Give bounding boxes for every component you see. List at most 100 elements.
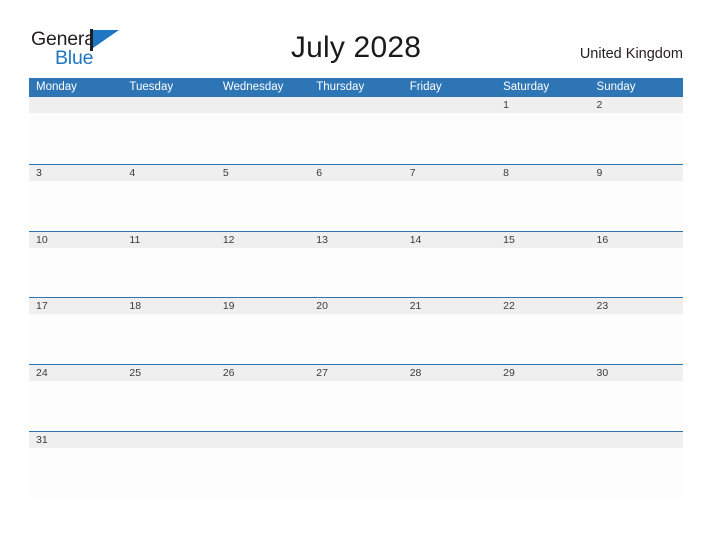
day-cell[interactable] (496, 247, 590, 297)
day-cell[interactable] (309, 447, 403, 497)
country-label: United Kingdom (579, 46, 683, 62)
date-cell[interactable]: 26 (216, 365, 309, 381)
date-cell[interactable]: 11 (122, 232, 215, 248)
date-cell[interactable] (403, 97, 496, 113)
week-row: 17 18 19 20 21 22 23 (29, 297, 683, 365)
date-cell[interactable]: 22 (496, 298, 589, 314)
date-cell[interactable]: 19 (216, 298, 309, 314)
date-cell[interactable]: 21 (403, 298, 496, 314)
date-cell[interactable]: 13 (309, 232, 402, 248)
day-cell[interactable] (402, 381, 497, 431)
day-cell[interactable] (215, 113, 310, 162)
day-cell[interactable] (215, 180, 310, 230)
date-cell[interactable]: 29 (496, 365, 589, 381)
day-cell[interactable] (215, 314, 310, 364)
day-cell[interactable] (122, 314, 216, 364)
day-body-row (29, 180, 683, 230)
day-cell[interactable] (589, 447, 683, 497)
day-cell[interactable] (496, 314, 590, 364)
date-cell[interactable]: 18 (122, 298, 215, 314)
day-cell[interactable] (215, 447, 310, 497)
day-cell[interactable] (29, 247, 123, 297)
weekday-tuesday: Tuesday (129, 81, 174, 93)
date-cell[interactable]: 5 (216, 165, 309, 181)
date-cell[interactable]: 12 (216, 232, 309, 248)
day-cell[interactable] (309, 247, 403, 297)
day-cell[interactable] (402, 180, 497, 230)
date-cell[interactable]: 8 (496, 165, 589, 181)
date-cell[interactable]: 31 (29, 432, 122, 448)
date-cell[interactable] (496, 432, 589, 448)
date-cell[interactable] (309, 432, 402, 448)
day-cell[interactable] (309, 113, 403, 162)
day-cell[interactable] (122, 247, 216, 297)
day-body-row (29, 381, 683, 431)
date-cell[interactable] (216, 432, 309, 448)
week-row: 31 (29, 430, 683, 498)
week-row: 1 2 (29, 97, 683, 164)
day-cell[interactable] (122, 447, 216, 497)
day-cell[interactable] (215, 247, 310, 297)
date-cell[interactable]: 20 (309, 298, 402, 314)
day-cell[interactable] (29, 447, 123, 497)
date-band: 31 (29, 431, 683, 448)
date-cell[interactable]: 17 (29, 298, 122, 314)
date-cell[interactable]: 27 (309, 365, 402, 381)
date-cell[interactable]: 1 (496, 97, 589, 113)
date-band: 24 25 26 27 28 29 30 (29, 365, 683, 382)
day-cell[interactable] (496, 180, 590, 230)
date-cell[interactable]: 28 (403, 365, 496, 381)
date-cell[interactable] (216, 97, 309, 113)
day-cell[interactable] (29, 314, 123, 364)
day-cell[interactable] (29, 381, 123, 431)
day-cell[interactable] (122, 381, 216, 431)
day-cell[interactable] (29, 180, 123, 230)
day-cell[interactable] (589, 247, 683, 297)
date-cell[interactable]: 3 (29, 165, 122, 181)
date-cell[interactable]: 14 (403, 232, 496, 248)
day-cell[interactable] (122, 180, 216, 230)
date-cell[interactable]: 15 (496, 232, 589, 248)
day-cell[interactable] (402, 247, 497, 297)
week-row: 10 11 12 13 14 15 16 (29, 230, 683, 298)
date-cell[interactable] (309, 97, 402, 113)
date-band: 3 4 5 6 7 8 9 (29, 164, 683, 181)
day-cell[interactable] (589, 381, 683, 431)
day-cell[interactable] (589, 180, 683, 230)
date-cell[interactable]: 7 (403, 165, 496, 181)
date-cell[interactable]: 9 (590, 165, 683, 181)
date-cell[interactable]: 2 (590, 97, 683, 113)
date-cell[interactable] (122, 97, 215, 113)
date-cell[interactable]: 6 (309, 165, 402, 181)
day-cell[interactable] (29, 113, 123, 162)
date-cell[interactable]: 16 (590, 232, 683, 248)
date-cell[interactable]: 24 (29, 365, 122, 381)
date-cell[interactable]: 23 (590, 298, 683, 314)
day-cell[interactable] (589, 113, 683, 162)
date-band: 1 2 (29, 97, 683, 113)
date-cell[interactable]: 10 (29, 232, 122, 248)
day-cell[interactable] (589, 314, 683, 364)
date-cell[interactable]: 4 (122, 165, 215, 181)
calendar-page: General Blue July 2028 United Kingdom Mo… (0, 0, 712, 550)
day-body-row (29, 247, 683, 297)
day-cell[interactable] (402, 113, 497, 162)
date-cell[interactable] (122, 432, 215, 448)
day-cell[interactable] (496, 447, 590, 497)
date-cell[interactable] (29, 97, 122, 113)
day-cell[interactable] (215, 381, 310, 431)
weekday-header-row: Monday Tuesday Wednesday Thursday Friday… (29, 78, 683, 97)
date-cell[interactable] (403, 432, 496, 448)
day-cell[interactable] (496, 113, 590, 162)
day-cell[interactable] (496, 381, 590, 431)
day-cell[interactable] (309, 314, 403, 364)
date-cell[interactable]: 25 (122, 365, 215, 381)
day-cell[interactable] (122, 113, 216, 162)
date-cell[interactable] (590, 432, 683, 448)
day-cell[interactable] (309, 180, 403, 230)
week-row: 3 4 5 6 7 8 9 (29, 163, 683, 231)
day-cell[interactable] (402, 447, 497, 497)
date-cell[interactable]: 30 (590, 365, 683, 381)
day-cell[interactable] (402, 314, 497, 364)
day-cell[interactable] (309, 381, 403, 431)
